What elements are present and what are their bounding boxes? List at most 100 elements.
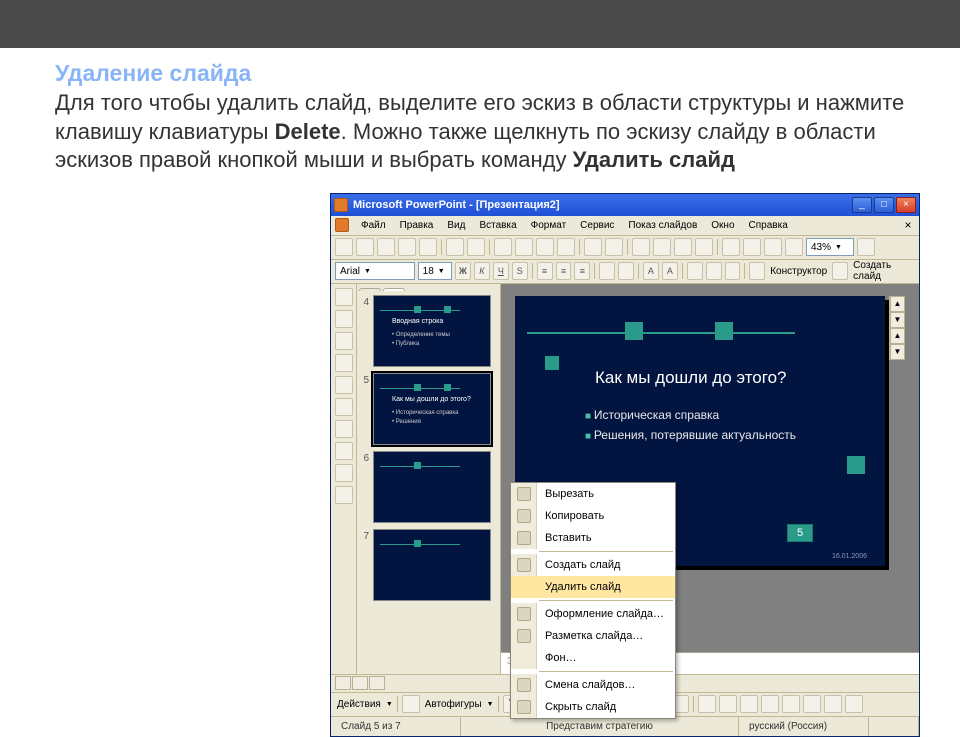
shadow-style-button[interactable] <box>824 695 842 713</box>
move-up-button[interactable] <box>335 332 353 350</box>
collapse-all-button[interactable] <box>335 420 353 438</box>
slide-thumbnail-6[interactable] <box>373 451 491 523</box>
sorter-view-button[interactable] <box>352 676 368 690</box>
menu-format[interactable]: Формат <box>525 218 573 233</box>
menu-window[interactable]: Окно <box>705 218 740 233</box>
paste-button[interactable] <box>536 238 554 256</box>
context-background[interactable]: Фон… <box>511 647 675 669</box>
draw-actions[interactable]: Действия <box>335 699 383 710</box>
shadow-button[interactable]: S <box>512 262 528 280</box>
italic-button[interactable]: К <box>474 262 490 280</box>
expand-button[interactable] <box>335 398 353 416</box>
decrease-indent-button[interactable] <box>687 262 703 280</box>
outline-tab[interactable] <box>359 288 381 291</box>
format-painter-button[interactable] <box>557 238 575 256</box>
save-button[interactable] <box>377 238 395 256</box>
slide-thumbnail-4[interactable]: Вводная строка • Определение темы • Публ… <box>373 295 491 367</box>
font-color-button[interactable] <box>740 695 758 713</box>
fill-color-button[interactable] <box>698 695 716 713</box>
collapse-button[interactable] <box>335 376 353 394</box>
menu-view[interactable]: Вид <box>441 218 471 233</box>
demote-button[interactable] <box>335 310 353 328</box>
design-button[interactable] <box>749 262 765 280</box>
3d-style-button[interactable] <box>845 695 863 713</box>
spell-button[interactable] <box>446 238 464 256</box>
new-slide-button[interactable] <box>832 262 848 280</box>
menu-tools[interactable]: Сервис <box>574 218 620 233</box>
align-right-button[interactable]: ≡ <box>574 262 590 280</box>
grid-button[interactable] <box>764 238 782 256</box>
close-button[interactable]: × <box>896 197 916 213</box>
underline-button[interactable]: Ч <box>493 262 509 280</box>
context-layout[interactable]: Разметка слайда… <box>511 625 675 647</box>
copy-button[interactable] <box>515 238 533 256</box>
maximize-button[interactable]: □ <box>874 197 894 213</box>
context-hide-slide[interactable]: Скрыть слайд <box>511 696 675 718</box>
table-button[interactable] <box>653 238 671 256</box>
select-button[interactable] <box>402 695 420 713</box>
research-button[interactable] <box>467 238 485 256</box>
slides-tab[interactable] <box>383 288 405 291</box>
hyperlink-button[interactable] <box>695 238 713 256</box>
line-color-button[interactable] <box>719 695 737 713</box>
decrease-font-button[interactable]: A <box>662 262 678 280</box>
design-label[interactable]: Конструктор <box>768 266 829 277</box>
scroll-up-button[interactable]: ▲ <box>890 296 905 312</box>
chart-button[interactable] <box>632 238 650 256</box>
cut-button[interactable] <box>494 238 512 256</box>
open-button[interactable] <box>356 238 374 256</box>
undo-button[interactable] <box>584 238 602 256</box>
font-combo[interactable]: Arial▼ <box>335 262 415 280</box>
color-button[interactable] <box>785 238 803 256</box>
window-titlebar[interactable]: Microsoft PowerPoint - [Презентация2] _ … <box>331 194 919 216</box>
prev-slide-button[interactable]: ▲ <box>890 328 905 344</box>
font-size-combo[interactable]: 18▼ <box>418 262 452 280</box>
minimize-button[interactable]: _ <box>852 197 872 213</box>
align-center-button[interactable]: ≡ <box>556 262 572 280</box>
preview-button[interactable] <box>419 238 437 256</box>
menu-insert[interactable]: Вставка <box>473 218 522 233</box>
context-new-slide[interactable]: Создать слайд <box>511 554 675 576</box>
menu-file[interactable]: Файл <box>355 218 392 233</box>
expand-button[interactable] <box>722 238 740 256</box>
context-transition[interactable]: Смена слайдов… <box>511 674 675 696</box>
show-format-button[interactable] <box>743 238 761 256</box>
context-copy[interactable]: Копировать <box>511 505 675 527</box>
bullets-button[interactable] <box>618 262 634 280</box>
promote-button[interactable] <box>335 288 353 306</box>
menu-slideshow[interactable]: Показ слайдов <box>622 218 703 233</box>
align-left-button[interactable]: ≡ <box>537 262 553 280</box>
increase-indent-button[interactable] <box>706 262 722 280</box>
menu-edit[interactable]: Правка <box>394 218 440 233</box>
bold-button[interactable]: Ж <box>455 262 471 280</box>
move-down-button[interactable] <box>335 354 353 372</box>
next-slide-button[interactable]: ▼ <box>890 344 905 360</box>
arrow-style-button[interactable] <box>803 695 821 713</box>
redo-button[interactable] <box>605 238 623 256</box>
slideshow-view-button[interactable] <box>369 676 385 690</box>
new-slide-label[interactable]: Создать слайд <box>851 260 915 282</box>
zoom-combo[interactable]: 43%▼ <box>806 238 854 256</box>
slide-thumbnail-7[interactable] <box>373 529 491 601</box>
context-cut[interactable]: Вырезать <box>511 483 675 505</box>
normal-view-button[interactable] <box>335 676 351 690</box>
new-doc-button[interactable] <box>335 238 353 256</box>
doc-close-button[interactable]: × <box>901 218 915 232</box>
context-design[interactable]: Оформление слайда… <box>511 603 675 625</box>
scroll-down-button[interactable]: ▼ <box>890 312 905 328</box>
slide-thumbnail-5[interactable]: Как мы дошли до этого? • Историческая сп… <box>373 373 491 445</box>
vertical-scrollbar[interactable]: ▲ ▼ ▲ ▼ <box>889 296 905 360</box>
line-style-button[interactable] <box>761 695 779 713</box>
expand-all-button[interactable] <box>335 442 353 460</box>
help-button[interactable] <box>857 238 875 256</box>
show-formatting-button[interactable] <box>335 486 353 504</box>
tables-borders-button[interactable] <box>674 238 692 256</box>
summary-button[interactable] <box>335 464 353 482</box>
print-button[interactable] <box>398 238 416 256</box>
context-delete-slide[interactable]: Удалить слайд <box>511 576 675 598</box>
autoshapes-button[interactable]: Автофигуры <box>423 699 484 710</box>
dash-style-button[interactable] <box>782 695 800 713</box>
menu-help[interactable]: Справка <box>743 218 794 233</box>
numbering-button[interactable] <box>599 262 615 280</box>
font-color-button[interactable] <box>725 262 741 280</box>
